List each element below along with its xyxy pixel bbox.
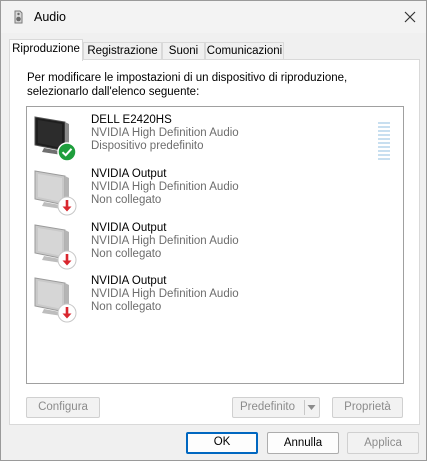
close-button[interactable] — [394, 1, 426, 33]
apply-button[interactable]: Applica — [347, 432, 419, 454]
set-default-button-label: Predefinito — [240, 401, 295, 413]
device-status: Non collegato — [91, 248, 162, 260]
tab-suoni[interactable]: Suoni — [162, 42, 205, 60]
volume-level-meter — [378, 122, 390, 160]
properties-button[interactable]: Proprietà — [332, 397, 403, 418]
device-driver: NVIDIA High Definition Audio — [91, 127, 239, 139]
instructions-text: Per modificare le impostazioni di un dis… — [27, 72, 348, 98]
properties-button-label: Proprietà — [344, 401, 391, 413]
device-list[interactable]: DELL E2420HS NVIDIA High Definition Audi… — [26, 106, 404, 384]
device-driver: NVIDIA High Definition Audio — [91, 235, 239, 247]
configure-button[interactable]: Configura — [26, 397, 100, 418]
tab-registrazione[interactable]: Registrazione — [83, 42, 162, 60]
ok-button-label: OK — [213, 436, 231, 448]
window-title: Audio — [34, 10, 66, 24]
device-item[interactable]: DELL E2420HS NVIDIA High Definition Audi… — [27, 112, 403, 164]
device-status: Non collegato — [91, 301, 162, 313]
split-divider — [304, 400, 305, 415]
device-item[interactable]: NVIDIA Output NVIDIA High Definition Aud… — [27, 166, 403, 218]
configure-button-label: Configura — [38, 401, 88, 413]
cancel-button[interactable]: Annulla — [267, 432, 339, 454]
chevron-down-icon[interactable] — [306, 401, 317, 414]
device-item[interactable]: NVIDIA Output NVIDIA High Definition Aud… — [27, 220, 403, 272]
device-driver: NVIDIA High Definition Audio — [91, 288, 239, 300]
set-default-button[interactable]: Predefinito — [232, 397, 320, 418]
close-icon — [404, 11, 416, 23]
tab-comunicazioni[interactable]: Comunicazioni — [205, 42, 284, 60]
device-name: DELL E2420HS — [91, 114, 172, 126]
device-status: Dispositivo predefinito — [91, 140, 204, 152]
default-check-icon — [57, 142, 77, 162]
audio-dialog: Audio Riproduzione Registrazione Suoni C… — [0, 0, 427, 461]
cancel-button-label: Annulla — [283, 437, 323, 449]
speaker-icon — [11, 9, 27, 25]
device-name: NVIDIA Output — [91, 275, 167, 287]
device-name: NVIDIA Output — [91, 168, 167, 180]
tab-riproduzione[interactable]: Riproduzione — [9, 39, 83, 61]
device-driver: NVIDIA High Definition Audio — [91, 181, 239, 193]
tab-panel: Per modificare le impostazioni di un dis… — [9, 59, 420, 425]
device-status: Non collegato — [91, 194, 162, 206]
device-item[interactable]: NVIDIA Output NVIDIA High Definition Aud… — [27, 273, 403, 325]
device-name: NVIDIA Output — [91, 222, 167, 234]
unplugged-arrow-icon — [57, 303, 77, 323]
unplugged-arrow-icon — [57, 196, 77, 216]
unplugged-arrow-icon — [57, 250, 77, 270]
ok-button[interactable]: OK — [186, 432, 258, 454]
title-bar: Audio — [1, 1, 426, 33]
apply-button-label: Applica — [364, 437, 402, 449]
